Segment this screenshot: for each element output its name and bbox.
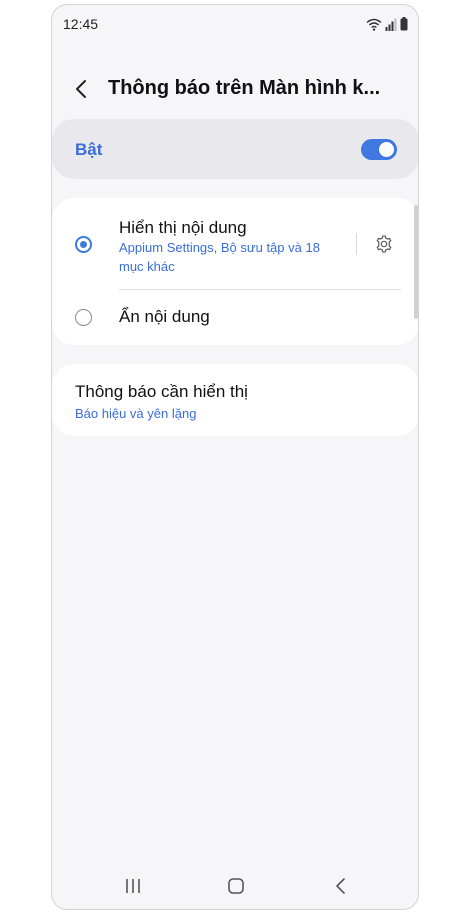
notifications-to-show-row[interactable]: Thông báo cần hiển thị Báo hiệu và yên l… xyxy=(52,364,418,436)
status-bar: 12:45 xyxy=(52,5,418,45)
phone-screen: 12:45 Thông báo trên Màn hình k... Bật H… xyxy=(51,4,419,910)
option-hide-content[interactable]: Ẩn nội dung xyxy=(52,290,418,345)
navigation-bar xyxy=(52,863,418,909)
gear-icon[interactable] xyxy=(374,234,394,254)
battery-icon xyxy=(400,17,408,31)
radio-show-content[interactable] xyxy=(75,236,92,253)
notifications-to-show-title: Thông báo cần hiển thị xyxy=(75,382,248,401)
notifications-to-show-subtitle: Báo hiệu và yên lặng xyxy=(75,406,197,421)
page-title: Thông báo trên Màn hình k... xyxy=(108,77,381,99)
back-nav-icon[interactable] xyxy=(330,875,352,897)
content-options-card: Hiển thị nội dung Appium Settings, Bộ sư… xyxy=(52,198,418,345)
master-switch-label: Bật xyxy=(75,140,103,159)
master-switch-row[interactable]: Bật xyxy=(52,119,418,179)
option-show-content[interactable]: Hiển thị nội dung Appium Settings, Bộ sư… xyxy=(52,198,418,289)
scroll-indicator[interactable] xyxy=(414,205,418,319)
toggle-knob xyxy=(379,142,394,157)
chevron-left-icon[interactable] xyxy=(70,77,94,101)
recents-icon[interactable] xyxy=(122,875,144,897)
status-time: 12:45 xyxy=(63,16,99,32)
header: Thông báo trên Màn hình k... xyxy=(52,63,418,119)
status-icons xyxy=(366,17,408,31)
vertical-divider xyxy=(356,233,357,255)
signal-icon xyxy=(385,18,397,31)
option-show-content-title: Hiển thị nội dung xyxy=(119,218,247,237)
option-show-content-subtitle: Appium Settings, Bộ sưu tập và 18 mục kh… xyxy=(119,240,320,274)
wifi-icon xyxy=(366,18,382,31)
radio-hide-content[interactable] xyxy=(75,309,92,326)
master-toggle[interactable] xyxy=(361,139,397,160)
option-hide-content-title: Ẩn nội dung xyxy=(119,307,210,326)
home-icon[interactable] xyxy=(225,875,247,897)
